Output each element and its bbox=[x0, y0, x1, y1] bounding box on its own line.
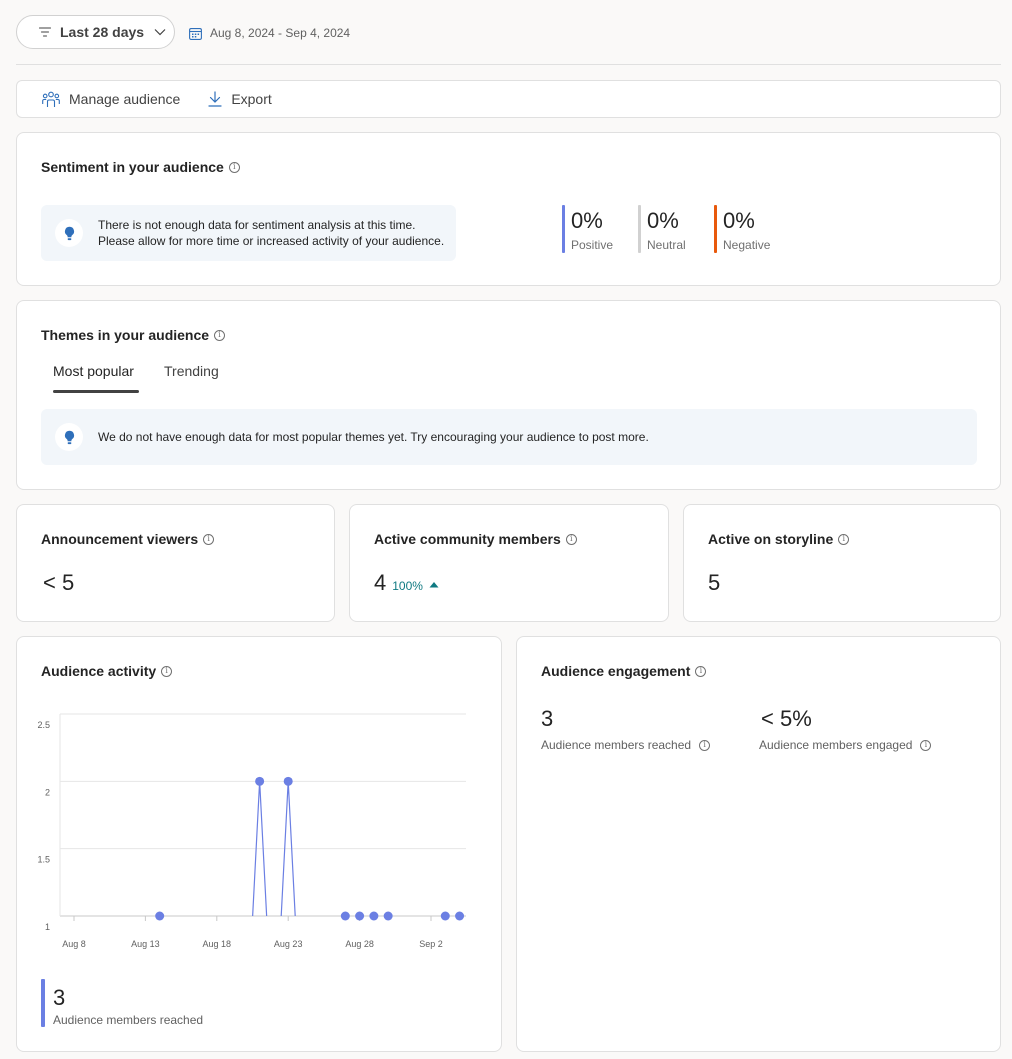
x-tick-label: Aug 18 bbox=[203, 939, 232, 949]
sentiment-title-text: Sentiment in your audience bbox=[41, 159, 224, 175]
x-tick-label: Aug 28 bbox=[345, 939, 374, 949]
negative-label: Negative bbox=[723, 238, 771, 252]
x-tick-label: Sep 2 bbox=[419, 939, 443, 949]
info-icon[interactable]: i bbox=[695, 665, 707, 677]
info-icon[interactable]: i bbox=[565, 533, 577, 545]
date-range-filter-label: Last 28 days bbox=[60, 24, 145, 40]
x-tick-label: Aug 13 bbox=[131, 939, 160, 949]
active-community-title-text: Active community members bbox=[374, 531, 561, 547]
y-tick-label: 1.5 bbox=[37, 855, 50, 865]
activity-summary-value: 3 bbox=[53, 985, 66, 1010]
chevron-down-icon bbox=[154, 29, 166, 36]
export-button[interactable]: Export bbox=[208, 91, 272, 107]
active-community-change: 100% bbox=[392, 579, 423, 593]
info-icon[interactable]: i bbox=[214, 329, 226, 341]
positive-value: 0% bbox=[571, 208, 603, 233]
audience-engagement-card bbox=[516, 636, 1001, 1052]
selected-tab-indicator bbox=[53, 390, 139, 393]
sentiment-notice-line2: Please allow for more time or increased … bbox=[98, 234, 445, 248]
summary-bar bbox=[41, 979, 45, 1027]
active-community-metric: 4 100% bbox=[374, 570, 439, 596]
info-icon[interactable]: i bbox=[699, 739, 711, 751]
positive-label: Positive bbox=[571, 238, 614, 252]
sentiment-notice: There is not enough data for sentiment a… bbox=[41, 205, 456, 261]
announcement-viewers-title-text: Announcement viewers bbox=[41, 531, 199, 547]
themes-title: Themes in your audience i bbox=[41, 327, 226, 343]
active-storyline-title-text: Active on storyline bbox=[708, 531, 834, 547]
audience-engagement-title: Audience engagement i bbox=[541, 663, 707, 679]
lightbulb-icon bbox=[55, 423, 83, 451]
sentiment-title: Sentiment in your audience i bbox=[41, 159, 240, 175]
audience-engagement-title-text: Audience engagement bbox=[541, 663, 691, 679]
date-range-filter-button[interactable]: Last 28 days bbox=[16, 15, 175, 49]
data-point bbox=[355, 911, 365, 921]
manage-audience-label: Manage audience bbox=[69, 91, 181, 107]
announcement-viewers-card bbox=[16, 504, 335, 622]
audience-activity-title: Audience activity i bbox=[41, 663, 173, 679]
active-storyline-card bbox=[683, 504, 1001, 622]
neutral-label: Neutral bbox=[647, 238, 686, 252]
data-point bbox=[383, 911, 393, 921]
info-icon[interactable]: i bbox=[228, 161, 240, 173]
announcement-viewers-value: < 5 bbox=[43, 570, 75, 595]
data-point bbox=[440, 911, 450, 921]
announcement-viewers-title: Announcement viewers i bbox=[41, 531, 215, 547]
themes-notice-text: We do not have enough data for most popu… bbox=[98, 430, 649, 444]
y-tick-label: 2 bbox=[45, 787, 50, 797]
x-tick-label: Aug 8 bbox=[62, 939, 86, 949]
info-icon[interactable]: i bbox=[203, 533, 215, 545]
data-point bbox=[255, 776, 265, 786]
sentiment-neutral: 0% Neutral bbox=[638, 205, 686, 253]
calendar-icon bbox=[189, 27, 202, 40]
active-storyline-title: Active on storyline i bbox=[708, 531, 850, 547]
filter-icon bbox=[39, 27, 51, 37]
negative-bar bbox=[714, 205, 717, 253]
date-range-display: Aug 8, 2024 - Sep 4, 2024 bbox=[189, 24, 350, 42]
date-range-text: Aug 8, 2024 - Sep 4, 2024 bbox=[210, 26, 351, 40]
data-point bbox=[283, 776, 293, 786]
engagement-reached-label-text: Audience members reached bbox=[541, 738, 692, 752]
themes-title-text: Themes in your audience bbox=[41, 327, 210, 343]
info-icon[interactable]: i bbox=[920, 739, 932, 751]
active-community-title: Active community members i bbox=[374, 531, 577, 547]
active-community-value: 4 bbox=[374, 570, 387, 595]
people-team-icon bbox=[42, 91, 60, 107]
tab-most-popular[interactable]: Most popular bbox=[53, 363, 134, 379]
sentiment-positive: 0% Positive bbox=[562, 205, 613, 253]
download-icon bbox=[208, 91, 222, 107]
divider bbox=[16, 64, 1001, 65]
manage-audience-button[interactable]: Manage audience bbox=[42, 91, 180, 108]
positive-bar bbox=[562, 205, 565, 253]
y-tick-label: 1 bbox=[45, 922, 50, 932]
sentiment-notice-line1: There is not enough data for sentiment a… bbox=[98, 218, 416, 232]
data-point bbox=[155, 911, 165, 921]
x-tick-label: Aug 23 bbox=[274, 939, 303, 949]
neutral-bar bbox=[638, 205, 641, 253]
engagement-reached-label: Audience members reached i bbox=[541, 738, 711, 752]
toolbar: Manage audience Export bbox=[16, 80, 1001, 118]
engagement-engaged-label: Audience members engaged i bbox=[759, 738, 932, 752]
lightbulb-icon bbox=[55, 219, 83, 247]
audience-activity-title-text: Audience activity bbox=[41, 663, 157, 679]
engagement-engaged-label-text: Audience members engaged bbox=[759, 738, 913, 752]
engagement-engaged-value: < 5% bbox=[761, 706, 812, 731]
data-point bbox=[340, 911, 350, 921]
data-point bbox=[455, 911, 465, 921]
trend-up-icon bbox=[429, 582, 439, 588]
y-tick-label: 2.5 bbox=[37, 720, 50, 730]
engagement-reached-value: 3 bbox=[541, 706, 554, 731]
export-label: Export bbox=[231, 91, 272, 107]
activity-summary-label: Audience members reached bbox=[53, 1013, 204, 1027]
data-point bbox=[369, 911, 379, 921]
tab-trending[interactable]: Trending bbox=[164, 363, 219, 379]
neutral-value: 0% bbox=[647, 208, 679, 233]
active-community-card bbox=[349, 504, 669, 622]
negative-value: 0% bbox=[723, 208, 755, 233]
audience-activity-chart: 1 1.5 2 2.5 Aug 8 Aug 13 Aug 18 Aug 23 Aug 28 Sep… bbox=[37, 713, 466, 949]
info-icon[interactable]: i bbox=[161, 665, 173, 677]
themes-notice: We do not have enough data for most popu… bbox=[41, 409, 977, 465]
info-icon[interactable]: i bbox=[838, 533, 850, 545]
sentiment-negative: 0% Negative bbox=[714, 205, 770, 253]
active-storyline-value: 5 bbox=[708, 570, 721, 595]
